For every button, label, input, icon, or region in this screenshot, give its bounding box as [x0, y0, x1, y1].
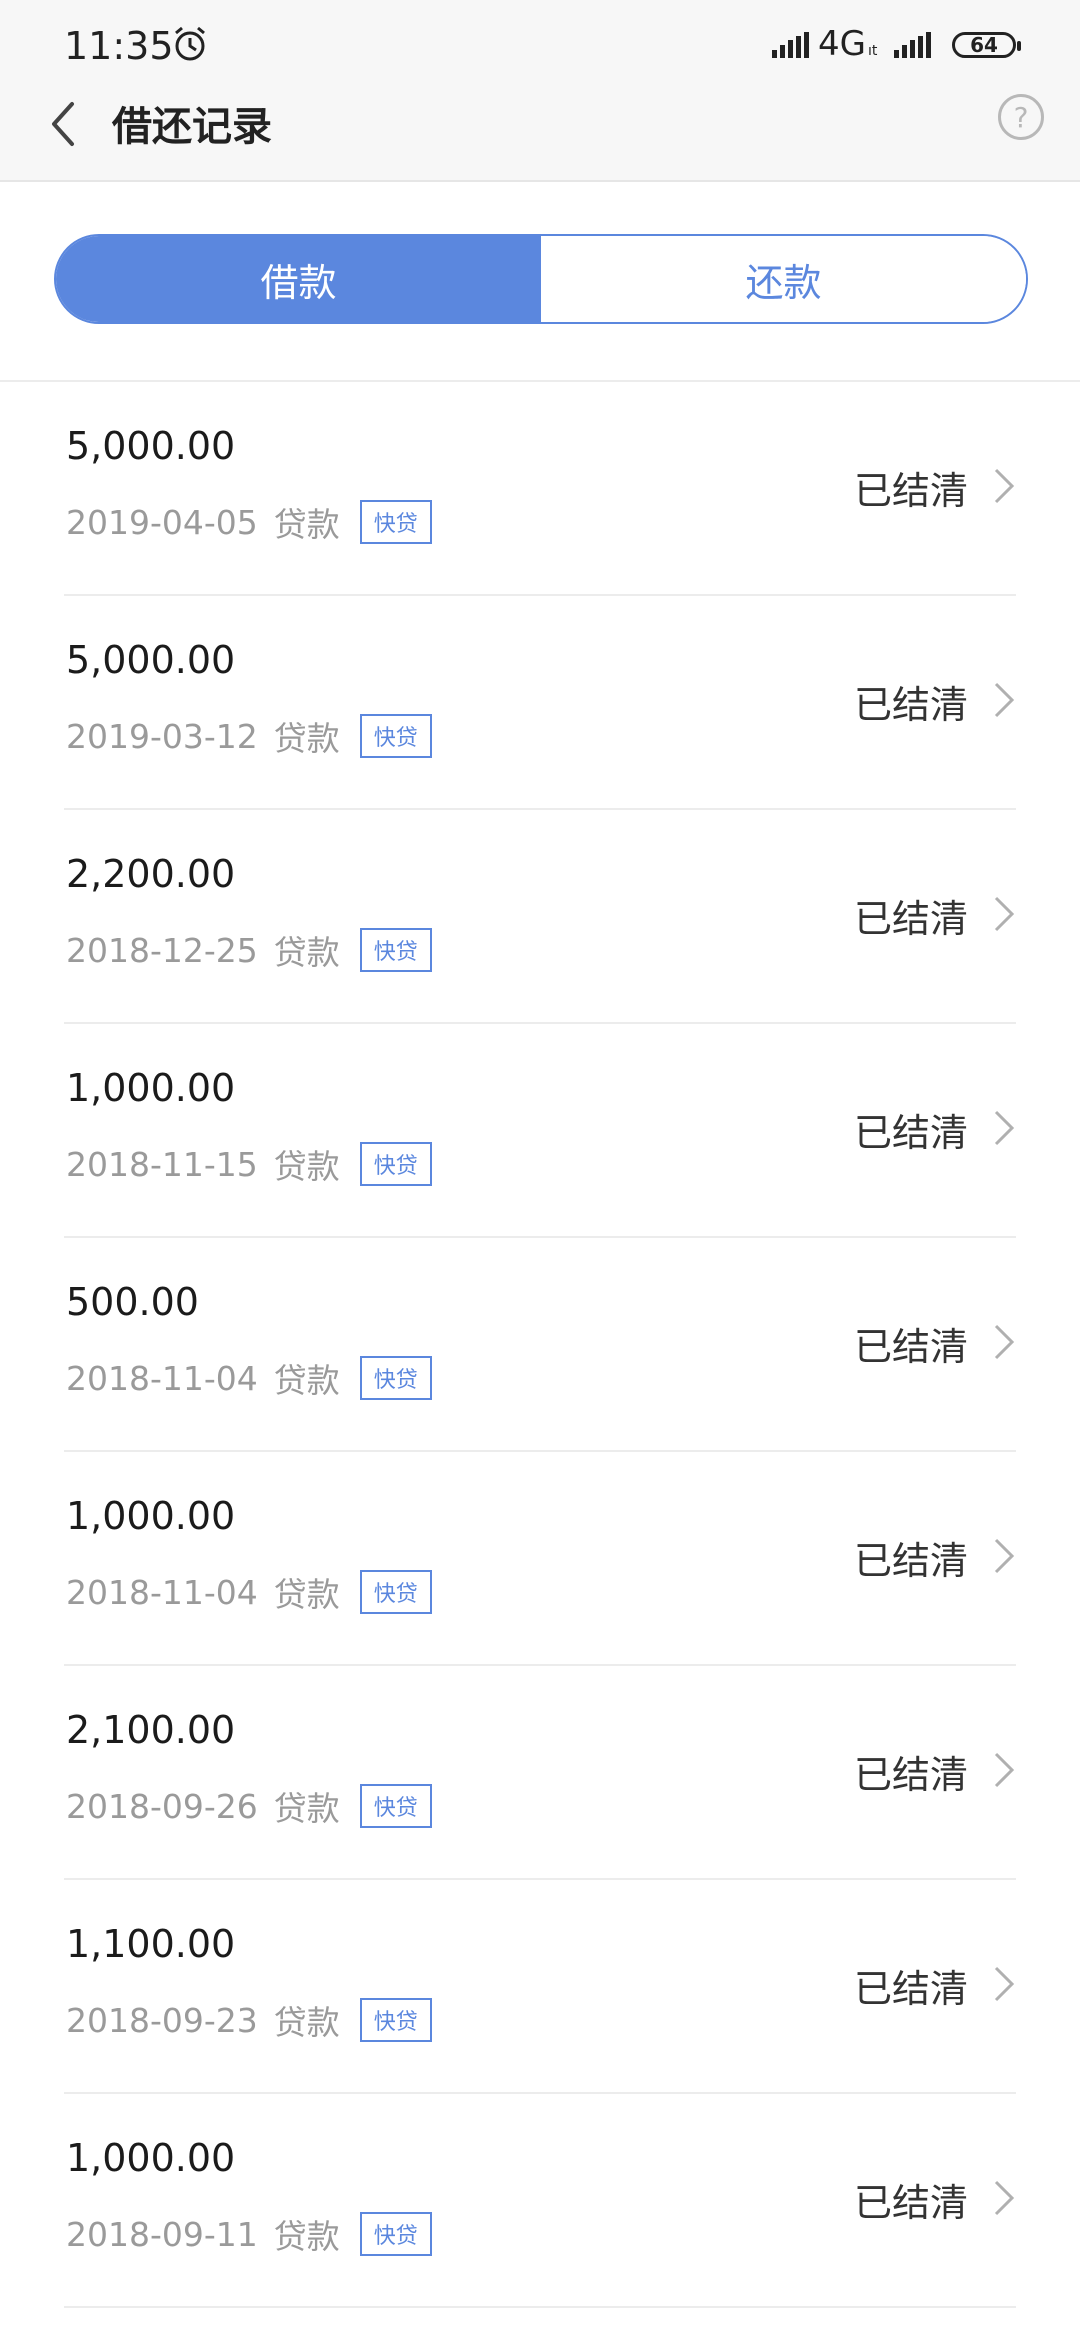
chevron-right-icon — [994, 2180, 1015, 2216]
record-tag: 快贷 — [359, 1570, 432, 1614]
record-row[interactable]: 500.00 2018-11-04 贷款 快贷 已结清 — [64, 1238, 1016, 1452]
record-date: 2018-09-23 — [66, 2000, 258, 2040]
record-amount: 500.00 — [66, 1280, 199, 1324]
tab-repay[interactable]: 还款 — [541, 236, 1026, 322]
page-title: 借还记录 — [112, 104, 272, 150]
top-bar: 11:35 4G ıt 64 借还记录 ? — [0, 0, 1080, 182]
record-meta: 2019-04-05 贷款 快贷 — [66, 498, 432, 546]
question-circle-icon[interactable]: ? — [998, 94, 1044, 140]
status-bar: 11:35 4G ıt 64 — [0, 18, 1080, 78]
record-row[interactable]: 5,000.00 2019-04-05 贷款 快贷 已结清 — [64, 382, 1016, 596]
record-tag: 快贷 — [359, 2212, 432, 2256]
chevron-right-icon — [994, 682, 1015, 718]
record-row[interactable]: 1,000.00 2018-09-11 贷款 快贷 已结清 — [64, 2094, 1016, 2308]
record-amount: 5,000.00 — [66, 424, 236, 468]
signal-strength-icon — [772, 32, 809, 58]
record-type: 贷款 — [273, 1789, 340, 1828]
chevron-right-icon — [994, 1324, 1015, 1360]
record-amount: 1,000.00 — [66, 1494, 236, 1538]
record-date: 2019-03-12 — [66, 716, 258, 756]
record-meta: 2018-09-23 贷款 快贷 — [66, 1996, 432, 2044]
record-list: 5,000.00 2019-04-05 贷款 快贷 已结清 5,000.00 2… — [0, 382, 1080, 2308]
record-row[interactable]: 1,000.00 2018-11-04 贷款 快贷 已结清 — [64, 1452, 1016, 1666]
record-date: 2018-11-04 — [66, 1572, 258, 1612]
record-row[interactable]: 2,200.00 2018-12-25 贷款 快贷 已结清 — [64, 810, 1016, 1024]
record-date: 2018-11-15 — [66, 1144, 258, 1184]
record-type: 贷款 — [273, 719, 340, 758]
record-type: 贷款 — [273, 1361, 340, 1400]
record-status: 已结清 — [853, 1325, 968, 1369]
record-row[interactable]: 5,000.00 2019-03-12 贷款 快贷 已结清 — [64, 596, 1016, 810]
record-meta: 2018-12-25 贷款 快贷 — [66, 926, 432, 974]
chevron-right-icon — [994, 1110, 1015, 1146]
record-amount: 2,100.00 — [66, 1708, 236, 1752]
network-type: 4G ıt — [818, 24, 878, 64]
record-status: 已结清 — [853, 2181, 968, 2225]
record-meta: 2018-11-15 贷款 快贷 — [66, 1140, 432, 1188]
record-status: 已结清 — [853, 1753, 968, 1797]
record-date: 2019-04-05 — [66, 502, 258, 542]
record-tag: 快贷 — [359, 928, 432, 972]
record-row[interactable]: 2,100.00 2018-09-26 贷款 快贷 已结清 — [64, 1666, 1016, 1880]
record-status: 已结清 — [853, 1967, 968, 2011]
record-status: 已结清 — [853, 1111, 968, 1155]
record-meta: 2018-11-04 贷款 快贷 — [66, 1354, 432, 1402]
record-status: 已结清 — [853, 897, 968, 941]
record-date: 2018-09-11 — [66, 2214, 258, 2254]
network-activity: ıt — [867, 43, 878, 59]
record-status: 已结清 — [853, 683, 968, 727]
record-tag: 快贷 — [359, 1356, 432, 1400]
record-meta: 2018-11-04 贷款 快贷 — [66, 1568, 432, 1616]
battery-indicator: 64 — [952, 32, 1021, 58]
record-amount: 5,000.00 — [66, 638, 236, 682]
record-amount: 1,100.00 — [66, 1922, 236, 1966]
record-tag: 快贷 — [359, 1998, 432, 2042]
alarm-clock-icon — [175, 26, 205, 61]
record-amount: 1,000.00 — [66, 1066, 236, 1110]
chevron-right-icon — [994, 468, 1015, 504]
status-time: 11:35 — [64, 24, 174, 68]
record-amount: 2,200.00 — [66, 852, 236, 896]
signal-strength-icon-2 — [894, 32, 931, 58]
record-tag: 快贷 — [359, 1142, 432, 1186]
chevron-right-icon — [994, 1752, 1015, 1788]
record-meta: 2018-09-26 贷款 快贷 — [66, 1782, 432, 1830]
tab-borrow[interactable]: 借款 — [56, 236, 541, 322]
record-row[interactable]: 1,100.00 2018-09-23 贷款 快贷 已结清 — [64, 1880, 1016, 2094]
chevron-left-icon[interactable] — [44, 96, 84, 152]
record-type: 贷款 — [273, 505, 340, 544]
record-type: 贷款 — [273, 2217, 340, 2256]
record-row[interactable]: 1,000.00 2018-11-15 贷款 快贷 已结清 — [64, 1024, 1016, 1238]
record-date: 2018-12-25 — [66, 930, 258, 970]
record-type: 贷款 — [273, 2003, 340, 2042]
record-tag: 快贷 — [359, 1784, 432, 1828]
record-amount: 1,000.00 — [66, 2136, 236, 2180]
record-status: 已结清 — [853, 1539, 968, 1583]
nav-bar: 借还记录 ? — [0, 80, 1080, 180]
chevron-right-icon — [994, 1966, 1015, 2002]
record-meta: 2018-09-11 贷款 快贷 — [66, 2210, 432, 2258]
tab-area: 借款 还款 — [0, 182, 1080, 382]
record-date: 2018-11-04 — [66, 1358, 258, 1398]
record-type: 贷款 — [273, 1575, 340, 1614]
chevron-right-icon — [994, 896, 1015, 932]
record-status: 已结清 — [853, 469, 968, 513]
record-date: 2018-09-26 — [66, 1786, 258, 1826]
record-type: 贷款 — [273, 933, 340, 972]
chevron-right-icon — [994, 1538, 1015, 1574]
record-meta: 2019-03-12 贷款 快贷 — [66, 712, 432, 760]
record-tag: 快贷 — [359, 500, 432, 544]
record-tag: 快贷 — [359, 714, 432, 758]
record-type: 贷款 — [273, 1147, 340, 1186]
segmented-control: 借款 还款 — [54, 234, 1028, 324]
